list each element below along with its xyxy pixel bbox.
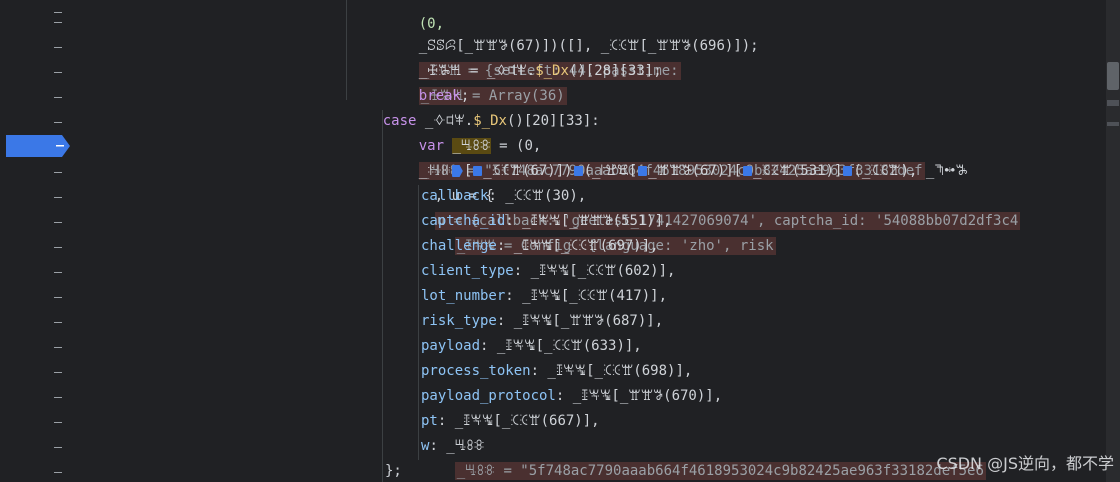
gutter-dash[interactable] xyxy=(54,222,62,223)
code-token: payload xyxy=(421,338,481,354)
scrollbar-marker xyxy=(1107,100,1119,106)
gutter-dash[interactable] xyxy=(54,322,62,323)
code-token: : _ꖔꖕꖖ[_ꖁꖂꖃ(687)], xyxy=(496,313,664,329)
code-token: process_token xyxy=(421,363,531,379)
vertical-scrollbar[interactable] xyxy=(1106,0,1120,482)
code-line: }; xyxy=(385,459,402,482)
code-token: : _ꖔꖕꖖ[_ꖁꖂꖃ(551)], xyxy=(505,213,672,229)
code-token: : _ꖈꖉꖊ xyxy=(429,438,485,454)
code-token: : _ꖔꖕꖖ[_ꕿꖀꖁ(698)], xyxy=(530,363,693,379)
gutter-dash[interactable] xyxy=(54,347,62,348)
code-token: pt xyxy=(421,413,438,429)
code-token: captcha_id xyxy=(421,213,506,229)
code-line: callback: _ꕿꖀꖁ(30), xyxy=(421,184,586,209)
code-line: payload_protocol: _ꖔꖕꖖ[_ꖁꖂꖃ(670)], xyxy=(421,384,722,409)
code-line: client_type: _ꖔꖕꖖ[_ꕿꖀꖁ(602)], xyxy=(421,259,675,284)
code-token: : _ꖔꖕꖖ[_ꕿꖀꖁ(417)], xyxy=(505,288,668,304)
code-line: _ꖋꖌꖍ[_ꕿꖀꖁ(67)]) (_ꖎꖏꖐ[_ꖁꖂꖃ(67)][_ꕿꖀꖁ(531)… xyxy=(385,134,968,179)
code-token: : _ꕿꖀꖁ(30), xyxy=(488,188,587,204)
code-line: lot_number: _ꖔꖕꖖ[_ꕿꖀꖁ(417)], xyxy=(421,284,667,309)
code-token: callback xyxy=(421,188,489,204)
code-line: _ꖅꖆꖇ = _ꕻꕼꕽ.$_Dx()[28][33]; _ꖅꖆꖇ = Array… xyxy=(385,34,662,105)
code-line: , u = { u = {callback: 'geetest_17414270… xyxy=(401,159,1021,230)
gutter-dash[interactable] xyxy=(54,47,62,48)
code-token: client_type xyxy=(421,263,514,279)
code-token: : _ꖔꖕꖖ[_ꕿꖀꖁ(633)], xyxy=(480,338,642,354)
code-token: lot_number xyxy=(421,288,506,304)
gutter-dash[interactable] xyxy=(54,72,62,73)
inline-value[interactable]: _ꖈꖉꖊ = "5f748ac7790aaab664f4618953024c9b… xyxy=(454,462,986,480)
code-line: var _ꖈꖉꖊ = (0, _ꖈꖉꖊ = "5f748ac7790aaab66… xyxy=(385,109,925,180)
gutter-dash[interactable] xyxy=(54,172,62,173)
gutter-dash[interactable] xyxy=(54,12,62,13)
gutter-dash[interactable] xyxy=(54,397,62,398)
code-line: pt: _ꖔꖕꖖ[_ꕿꖀꖁ(667)], xyxy=(421,409,600,434)
code-line: process_token: _ꖔꖕꖖ[_ꕿꖀꖁ(698)], xyxy=(421,359,692,384)
code-token: risk_type xyxy=(421,313,497,329)
gutter-dash[interactable] xyxy=(54,447,62,448)
code-token: ()[28][33]; xyxy=(568,63,662,79)
line-gutter[interactable] xyxy=(0,0,92,482)
code-line: w: _ꖈꖉꖊ _ꖈꖉꖊ = "5f748ac7790aaab664f46189… xyxy=(421,434,986,480)
gutter-dash[interactable] xyxy=(54,22,62,23)
indent-guide xyxy=(346,0,347,100)
code-token: : _ꖔꖕꖖ[_ꕿꖀꖁ(697)], xyxy=(496,238,659,254)
code-line: break; xyxy=(385,59,470,104)
code-token: payload_protocol xyxy=(421,388,556,404)
code-line: captcha_id: _ꖔꖕꖖ[_ꖁꖂꖃ(551)], _ꖔꖕꖖ = Conf… xyxy=(421,209,776,255)
code-token: : _ꖔꖕꖖ[_ꕿꖀꖁ(602)], xyxy=(513,263,676,279)
code-token: : _ꖔꖕꖖ[_ꖁꖂꖃ(670)], xyxy=(555,388,723,404)
code-line: _ꕶꕷꕸ[_ꖁꖂꖃ(67)])([], _ꕿꖀꖁ[_ꖁꖂꖃ(696)]); _ꕿ… xyxy=(385,9,759,80)
code-token: }; xyxy=(385,463,402,479)
code-line: case _ꕻꕼꕽ.$_Dx()[20][33]: xyxy=(349,84,600,129)
code-token: challenge xyxy=(421,238,497,254)
gutter-dash[interactable] xyxy=(54,247,62,248)
code-token: : _ꖔꖕꖖ[_ꕿꖀꖁ(667)], xyxy=(437,413,600,429)
gutter-dash[interactable] xyxy=(54,372,62,373)
scrollbar-thumb[interactable] xyxy=(1107,62,1119,90)
gutter-dash[interactable] xyxy=(54,297,62,298)
breakpoint-marker[interactable] xyxy=(4,133,72,159)
gutter-dash[interactable] xyxy=(54,472,62,473)
gutter-dash[interactable] xyxy=(54,97,62,98)
watermark: CSDN @JS逆向，都不学 xyxy=(936,454,1114,473)
gutter-dash[interactable] xyxy=(54,122,62,123)
scrollbar-marker xyxy=(1107,122,1119,126)
indent-guide xyxy=(382,110,383,482)
code-token: $_Dx xyxy=(535,63,569,79)
gutter-dash[interactable] xyxy=(54,272,62,273)
gutter-dash[interactable] xyxy=(54,422,62,423)
gutter-dash[interactable] xyxy=(54,197,62,198)
code-line: challenge: _ꖔꖕꖖ[_ꕿꖀꖁ(697)], xyxy=(421,234,659,259)
code-line: risk_type: _ꖔꖕꖖ[_ꖁꖂꖃ(687)], xyxy=(421,309,663,334)
code-editor[interactable]: (0, _ꕶꕷꕸ[_ꖁꖂꖃ(67)])([], _ꕿꖀꖁ[_ꖁꖂꖃ(696)])… xyxy=(92,0,1106,482)
code-line: payload: _ꖔꖕꖖ[_ꕿꖀꖁ(633)], xyxy=(421,334,642,359)
